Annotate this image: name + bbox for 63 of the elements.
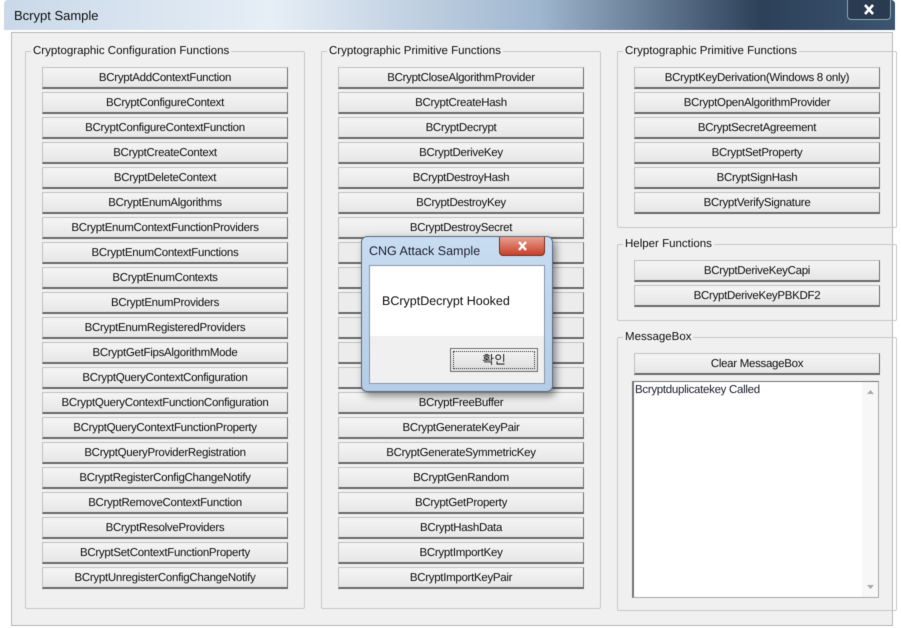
function-button[interactable]: BCryptCreateContext xyxy=(42,142,288,164)
function-button[interactable]: BCryptConfigureContextFunction xyxy=(42,117,288,139)
function-button[interactable]: BCryptDeriveKeyCapi xyxy=(634,260,880,282)
function-button[interactable]: BCryptDeleteContext xyxy=(42,167,288,189)
function-button[interactable]: BCryptDeriveKey xyxy=(338,142,584,164)
function-button[interactable]: BCryptGenerateKeyPair xyxy=(338,417,584,439)
group-title: Cryptographic Primitive Functions xyxy=(624,45,798,57)
group-title: MessageBox xyxy=(624,331,692,343)
function-button[interactable]: BCryptDestroyHash xyxy=(338,167,584,189)
function-button[interactable]: BCryptSetProperty xyxy=(634,142,880,164)
scrollbar[interactable] xyxy=(862,382,878,597)
function-button[interactable]: BCryptGenerateSymmetricKey xyxy=(338,442,584,464)
dialog-title: CNG Attack Sample xyxy=(369,244,480,258)
function-button[interactable]: BCryptEnumAlgorithms xyxy=(42,192,288,214)
function-button[interactable]: BCryptDestroyKey xyxy=(338,192,584,214)
function-button[interactable]: BCryptEnumContextFunctions xyxy=(42,242,288,264)
function-button[interactable]: BCryptEnumRegisteredProviders xyxy=(42,317,288,339)
function-button[interactable]: BCryptSecretAgreement xyxy=(634,117,880,139)
function-button[interactable]: BCryptQueryContextFunctionConfiguration xyxy=(42,392,288,414)
function-button[interactable]: BCryptQueryContextConfiguration xyxy=(42,367,288,389)
function-button[interactable]: BCryptEnumContextFunctionProviders xyxy=(42,217,288,239)
function-button[interactable]: BCryptKeyDerivation(Windows 8 only) xyxy=(634,67,880,89)
window-title: Bcrypt Sample xyxy=(14,8,99,22)
close-button[interactable] xyxy=(499,237,545,256)
scroll-down-icon[interactable] xyxy=(866,585,874,589)
group-title: Cryptographic Primitive Functions xyxy=(328,45,502,57)
dialog-message: BCryptDecrypt Hooked xyxy=(382,294,510,308)
function-button[interactable]: BCryptGetFipsAlgorithmMode xyxy=(42,342,288,364)
function-button[interactable]: BCryptGetProperty xyxy=(338,492,584,514)
function-button[interactable]: BCryptFreeBuffer xyxy=(338,392,584,414)
function-button[interactable]: BCryptUnregisterConfigChangeNotify xyxy=(42,567,288,589)
function-button[interactable]: BCryptAddContextFunction xyxy=(42,67,288,89)
function-button[interactable]: BCryptRegisterConfigChangeNotify xyxy=(42,467,288,489)
function-button[interactable]: BCryptRemoveContextFunction xyxy=(42,492,288,514)
ok-button[interactable]: 확인 xyxy=(450,348,538,372)
function-button[interactable]: BCryptHashData xyxy=(338,517,584,539)
clear-button[interactable]: Clear MessageBox xyxy=(634,353,880,375)
close-icon xyxy=(516,241,528,251)
function-button[interactable]: BCryptDecrypt xyxy=(338,117,584,139)
function-button[interactable]: BCryptOpenAlgorithmProvider xyxy=(634,92,880,114)
function-button[interactable]: BCryptDestroySecret xyxy=(338,217,584,239)
function-button[interactable]: BCryptConfigureContext xyxy=(42,92,288,114)
group-title: Helper Functions xyxy=(624,238,713,250)
function-button[interactable]: BCryptSetContextFunctionProperty xyxy=(42,542,288,564)
function-button[interactable]: BCryptCloseAlgorithmProvider xyxy=(338,67,584,89)
function-button[interactable]: BCryptGenRandom xyxy=(338,467,584,489)
function-button[interactable]: BCryptQueryContextFunctionProperty xyxy=(42,417,288,439)
function-button[interactable]: BCryptImportKey xyxy=(338,542,584,564)
function-button[interactable]: BCryptDeriveKeyPBKDF2 xyxy=(634,285,880,307)
close-button[interactable] xyxy=(847,0,891,20)
scroll-up-icon[interactable] xyxy=(866,390,874,394)
function-button[interactable]: BCryptEnumProviders xyxy=(42,292,288,314)
function-button[interactable]: BCryptSignHash xyxy=(634,167,880,189)
function-button[interactable]: BCryptVerifySignature xyxy=(634,192,880,214)
message-log[interactable]: Bcryptduplicatekey Called xyxy=(632,381,879,598)
function-button[interactable]: BCryptEnumContexts xyxy=(42,267,288,289)
function-button[interactable]: BCryptResolveProviders xyxy=(42,517,288,539)
group-title: Cryptographic Configuration Functions xyxy=(32,45,230,57)
log-line: Bcryptduplicatekey Called xyxy=(635,384,761,396)
close-icon xyxy=(863,4,875,15)
function-button[interactable]: BCryptQueryProviderRegistration xyxy=(42,442,288,464)
function-button[interactable]: BCryptImportKeyPair xyxy=(338,567,584,589)
function-button[interactable]: BCryptCreateHash xyxy=(338,92,584,114)
